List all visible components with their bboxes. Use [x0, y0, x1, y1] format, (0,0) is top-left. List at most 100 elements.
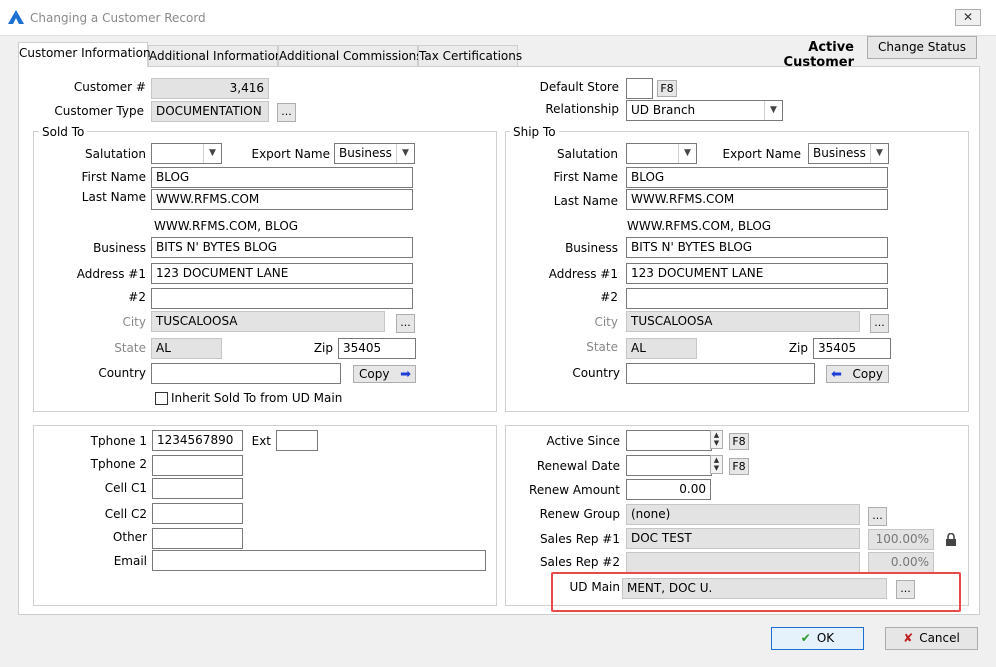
sold-export-select[interactable]: Business ▼: [334, 143, 415, 164]
spinner-icon[interactable]: ▲ ▼: [710, 455, 723, 474]
sold-first-field[interactable]: BLOG: [151, 167, 413, 188]
spinner-icon[interactable]: ▲ ▼: [710, 430, 723, 449]
ship-business-label: Business: [565, 241, 618, 255]
sold-addr2-field[interactable]: [151, 288, 413, 309]
phone2-label: Tphone 2: [90, 457, 147, 471]
sold-business-field[interactable]: BITS N' BYTES BLOG: [151, 237, 413, 258]
chevron-down-icon: ▼: [203, 144, 221, 163]
rep1-field: DOC TEST: [626, 528, 860, 549]
sold-last-field[interactable]: WWW.RFMS.COM: [151, 189, 413, 210]
ship-to-title: Ship To: [510, 125, 559, 139]
ship-city-label: City: [594, 315, 618, 329]
ship-state-label: State: [586, 340, 618, 354]
phone2-field[interactable]: [152, 455, 243, 476]
close-button[interactable]: ✕: [955, 9, 981, 26]
active-since-label: Active Since: [546, 434, 620, 448]
other-label: Other: [112, 530, 147, 544]
ok-label: OK: [816, 631, 835, 645]
ship-addr2-label: #2: [600, 290, 618, 304]
ship-addr1-field[interactable]: 123 DOCUMENT LANE: [626, 263, 888, 284]
chevron-down-icon: ▼: [870, 144, 888, 163]
sold-country-label: Country: [98, 366, 146, 380]
ship-state-field: AL: [626, 338, 697, 359]
store-f8-button[interactable]: F8: [657, 80, 677, 97]
default-store-field[interactable]: [626, 78, 653, 99]
ship-copy-button[interactable]: ⬅ Copy: [826, 365, 889, 383]
active-f8-button[interactable]: F8: [729, 433, 749, 450]
other-field[interactable]: [152, 528, 243, 549]
window-title: Changing a Customer Record: [30, 11, 206, 25]
ship-export-select[interactable]: Business ▼: [808, 143, 889, 164]
renew-amount-field[interactable]: 0.00: [626, 479, 711, 500]
ship-addr1-label: Address #1: [548, 267, 618, 281]
ext-label: Ext: [251, 434, 271, 448]
ship-zip-field[interactable]: 35405: [813, 338, 891, 359]
sold-display-name: WWW.RFMS.COM, BLOG: [154, 219, 299, 233]
relationship-select[interactable]: UD Branch ▼: [626, 100, 783, 121]
ship-copy-label: Copy: [852, 367, 883, 381]
cell1-field[interactable]: [152, 478, 243, 499]
renewal-f8-button[interactable]: F8: [729, 458, 749, 475]
tab-tax-certifications[interactable]: Tax Certifications: [418, 45, 522, 67]
ship-salutation-select[interactable]: ▼: [626, 143, 697, 164]
active-since-field[interactable]: [626, 430, 712, 451]
renewal-label: Renewal Date: [536, 459, 620, 473]
renew-group-label: Renew Group: [539, 507, 620, 521]
customer-type-browse-button[interactable]: ...: [277, 103, 296, 122]
sold-addr1-label: Address #1: [76, 267, 146, 281]
rep1-label: Sales Rep #1: [539, 532, 620, 546]
arrow-right-icon: ➡: [400, 367, 411, 382]
sold-salutation-select[interactable]: ▼: [151, 143, 222, 164]
sold-city-field: TUSCALOOSA: [151, 311, 385, 332]
cell2-field[interactable]: [152, 503, 243, 524]
renewal-field[interactable]: [626, 455, 712, 476]
ship-first-label: First Name: [553, 170, 618, 184]
ext-field[interactable]: [276, 430, 318, 451]
sold-state-label: State: [114, 341, 146, 355]
inherit-checkbox[interactable]: [155, 392, 168, 405]
sold-state-field: AL: [151, 338, 222, 359]
sold-zip-label: Zip: [313, 341, 333, 355]
chevron-down-icon: ▼: [678, 144, 696, 163]
rep2-label: Sales Rep #2: [539, 555, 620, 569]
phone1-label: Tphone 1: [90, 434, 147, 448]
customer-num-field: 3,416: [151, 78, 269, 99]
rep2-field: [626, 552, 860, 573]
sold-first-label: First Name: [81, 170, 146, 184]
ok-button[interactable]: ✔ OK: [771, 627, 864, 650]
sold-addr1-field[interactable]: 123 DOCUMENT LANE: [151, 263, 413, 284]
ship-business-field[interactable]: BITS N' BYTES BLOG: [626, 237, 888, 258]
ship-zip-label: Zip: [788, 341, 808, 355]
sold-copy-label: Copy: [359, 367, 390, 381]
ship-export-label: Export Name: [722, 147, 802, 161]
ship-salutation-label: Salutation: [557, 147, 618, 161]
ship-addr2-field[interactable]: [626, 288, 888, 309]
email-field[interactable]: [152, 550, 486, 571]
sold-copy-button[interactable]: Copy ➡: [353, 365, 416, 383]
rep2-pct-field: 0.00%: [868, 552, 934, 573]
sold-zip-field[interactable]: 35405: [338, 338, 416, 359]
sold-country-field[interactable]: [151, 363, 341, 384]
tab-customer-information[interactable]: Customer Information: [18, 42, 151, 67]
ship-country-label: Country: [572, 366, 620, 380]
tab-additional-information[interactable]: Additional Information: [148, 45, 283, 67]
renew-group-browse-button[interactable]: ...: [868, 507, 887, 526]
cell1-label: Cell C1: [104, 481, 147, 495]
cancel-label: Cancel: [919, 631, 960, 645]
relationship-label: Relationship: [545, 102, 619, 116]
ship-first-field[interactable]: BLOG: [626, 167, 888, 188]
ship-city-browse-button[interactable]: ...: [870, 314, 889, 333]
sold-export-label: Export Name: [251, 147, 331, 161]
cancel-button[interactable]: ✘ Cancel: [885, 627, 978, 650]
tab-additional-commissions[interactable]: Additional Commissions: [278, 45, 423, 67]
default-store-label: Default Store: [539, 80, 619, 94]
ship-country-field[interactable]: [626, 363, 815, 384]
ship-last-field[interactable]: WWW.RFMS.COM: [626, 189, 888, 210]
sold-city-browse-button[interactable]: ...: [396, 314, 415, 333]
change-status-button[interactable]: Change Status: [867, 36, 977, 59]
rep1-pct-field: 100.00%: [868, 529, 934, 550]
renew-amount-label: Renew Amount: [529, 483, 620, 497]
phone1-field[interactable]: 1234567890: [152, 430, 243, 451]
x-icon: ✘: [903, 631, 914, 645]
lock-icon[interactable]: [944, 533, 958, 546]
